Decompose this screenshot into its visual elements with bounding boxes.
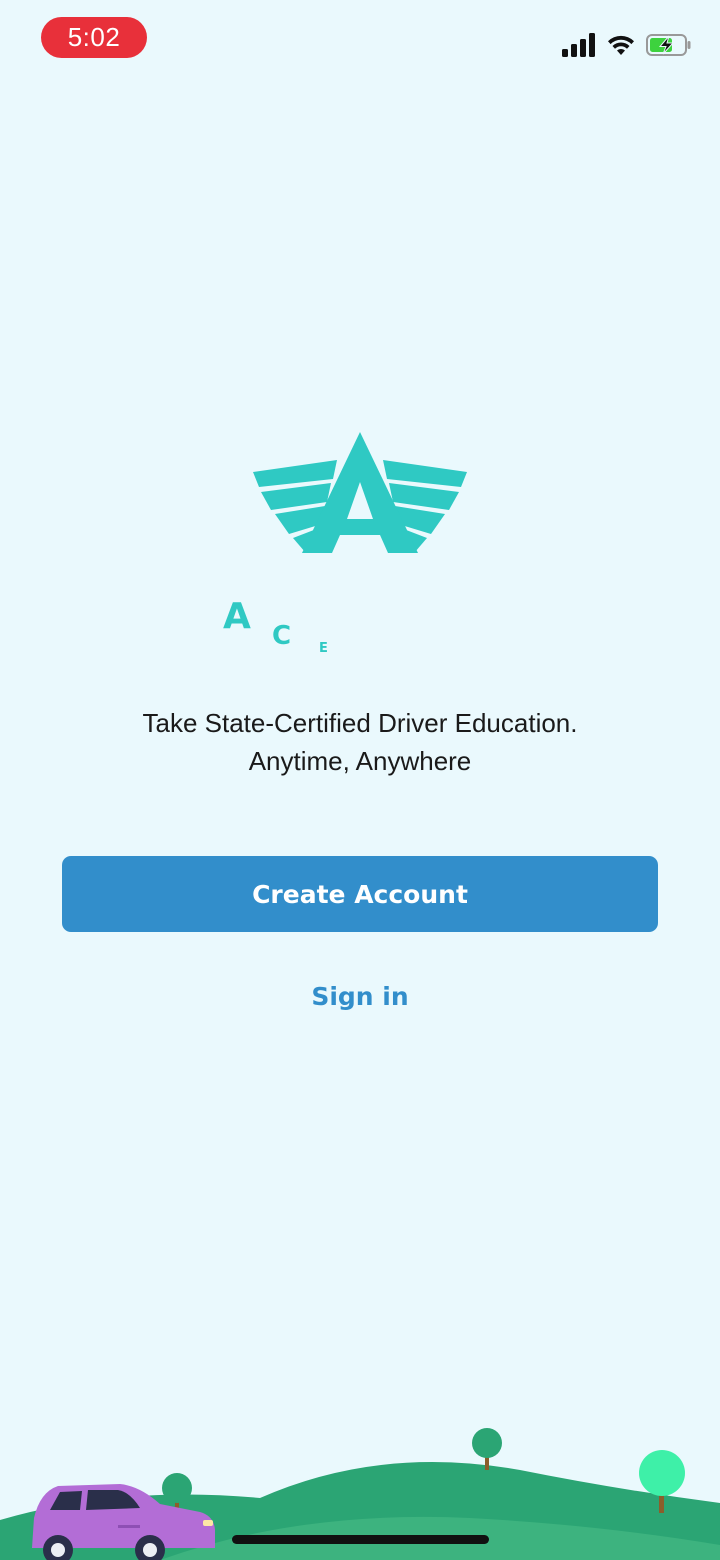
status-bar: 5:02 (0, 0, 720, 80)
wifi-icon (608, 35, 634, 55)
winged-a-logo (253, 432, 467, 553)
signal-icon (562, 33, 595, 57)
tagline-line-2: Anytime, Anywhere (248, 746, 472, 776)
logo-letter-a: A (223, 596, 251, 637)
tree-icon (472, 1428, 502, 1470)
status-time: 5:02 (41, 17, 147, 58)
logo-letter-e: E (319, 641, 328, 656)
home-indicator[interactable] (232, 1535, 489, 1544)
logo-letter-c: C (272, 621, 292, 651)
create-account-button[interactable]: Create Account (62, 856, 658, 932)
sign-in-link[interactable]: Sign in (0, 982, 720, 1011)
tagline: Take State-Certified Driver Education. A… (0, 704, 720, 780)
battery-charging-icon (646, 34, 691, 56)
status-icons (562, 28, 692, 62)
tagline-line-1: Take State-Certified Driver Education. (142, 708, 578, 738)
